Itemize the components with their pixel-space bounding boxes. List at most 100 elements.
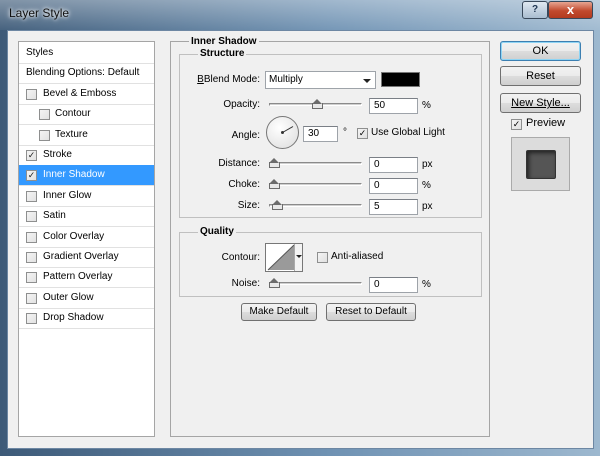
use-global-light-checkbox[interactable]: ✓ [357, 128, 368, 139]
shadow-color-swatch[interactable] [381, 72, 420, 87]
styles-list-item-label: Stroke [43, 149, 72, 160]
noise-unit: % [422, 279, 431, 290]
reset-button[interactable]: Reset [500, 66, 581, 86]
anti-aliased-checkbox[interactable] [317, 252, 328, 263]
styles-list-item-inner-shadow[interactable]: ✓ Inner Shadow [19, 165, 154, 187]
styles-list-item-inner-glow[interactable]: Inner Glow [19, 186, 154, 207]
style-checkbox[interactable] [26, 292, 37, 304]
style-checkbox[interactable] [26, 252, 37, 263]
opacity-label: Opacity: [223, 99, 260, 110]
angle-dial[interactable] [266, 116, 299, 149]
styles-list-item-stroke[interactable]: ✓ Stroke [19, 145, 154, 166]
noise-field[interactable]: 0 [369, 277, 418, 293]
style-checkbox[interactable] [39, 109, 50, 121]
size-slider-thumb[interactable] [272, 200, 284, 210]
styles-list-item-label: Gradient Overlay [43, 251, 119, 262]
structure-title: Structure [198, 48, 247, 59]
distance-slider-thumb[interactable] [269, 158, 280, 168]
style-checkbox[interactable] [26, 231, 37, 243]
styles-list-item-drop-shadow[interactable]: Drop Shadow [19, 308, 154, 330]
style-checkbox[interactable] [39, 129, 50, 141]
styles-list-item-gradient-overlay[interactable]: Gradient Overlay [19, 247, 154, 268]
close-icon: x [566, 2, 575, 17]
use-global-light-label: Use Global Light [371, 127, 445, 138]
angle-needle-icon [281, 126, 294, 134]
preview-swatch [526, 150, 556, 179]
preview-checkbox[interactable]: ✓ [511, 119, 522, 130]
style-checkbox[interactable] [26, 272, 37, 284]
choke-unit: % [422, 180, 431, 191]
distance-field[interactable]: 0 [369, 157, 418, 173]
distance-slider[interactable] [269, 158, 362, 168]
preview-label: Preview [526, 117, 566, 129]
styles-list-item-label: Outer Glow [43, 291, 94, 303]
styles-list: Styles Blending Options: Default Bevel & E… [18, 41, 155, 437]
help-icon: ? [531, 4, 539, 15]
new-style-button[interactable]: New Style... [500, 93, 581, 113]
reset-to-default-button[interactable]: Reset to Default [326, 303, 416, 321]
contour-picker[interactable] [265, 243, 303, 272]
make-default-button[interactable]: Make Default [241, 303, 317, 321]
preview-thumbnail [511, 137, 570, 191]
size-field[interactable]: 5 [369, 199, 418, 215]
choke-field[interactable]: 0 [369, 178, 418, 194]
structure-group: Structure BBlend Mode: Multiply Opacity:… [179, 48, 482, 218]
angle-field[interactable]: 30 [303, 126, 338, 142]
choke-label: Choke: [228, 179, 260, 190]
distance-label: Distance: [218, 158, 260, 169]
styles-list-item-texture[interactable]: Texture [19, 125, 154, 146]
dialog-body: Styles Blending Options: Default Bevel & E… [7, 30, 594, 449]
opacity-slider-thumb[interactable] [311, 99, 323, 109]
style-checkbox[interactable] [26, 190, 37, 202]
noise-slider[interactable] [269, 278, 362, 288]
style-checkbox[interactable]: ✓ [26, 170, 37, 182]
styles-list-item-label: Bevel & Emboss [43, 87, 117, 99]
help-button[interactable]: ? [522, 1, 548, 19]
style-checkbox[interactable] [26, 313, 37, 325]
contour-label: Contour: [221, 252, 260, 263]
contour-linear-icon [267, 244, 295, 271]
inner-shadow-panel: Inner Shadow Structure BBlend Mode: Mult… [170, 36, 490, 437]
quality-title: Quality [198, 226, 236, 237]
blend-mode-select[interactable]: Multiply [265, 71, 376, 89]
styles-list-item-pattern-overlay[interactable]: Pattern Overlay [19, 267, 154, 289]
styles-list-item-styles[interactable]: Styles [19, 43, 154, 64]
styles-list-item-label: Styles [26, 47, 54, 58]
style-checkbox[interactable] [26, 211, 37, 223]
opacity-slider[interactable] [269, 99, 362, 109]
styles-list-item-label: Satin [43, 210, 66, 222]
styles-list-item-satin[interactable]: Satin [19, 206, 154, 228]
chevron-down-icon [296, 255, 302, 258]
style-checkbox[interactable]: ✓ [26, 150, 37, 161]
angle-label: Angle: [231, 130, 260, 141]
styles-list-item-label: Inner Glow [43, 189, 92, 201]
size-label: Size: [237, 200, 260, 211]
title-bar: Layer Style ? x [0, 0, 600, 30]
size-slider[interactable] [269, 200, 362, 210]
styles-list-item-blending-options-default[interactable]: Blending Options: Default [19, 63, 154, 85]
style-checkbox[interactable] [26, 88, 37, 100]
quality-group: Quality Contour: Anti-aliased Noise: 0 % [179, 226, 482, 297]
blend-mode-value: Multiply [269, 74, 303, 85]
ok-button[interactable]: OK [500, 41, 581, 61]
choke-slider[interactable] [269, 179, 362, 189]
styles-list-item-label: Color Overlay [43, 230, 105, 242]
styles-list-item-label: Blending Options: Default [26, 67, 140, 79]
styles-list-item-label: Pattern Overlay [43, 271, 113, 283]
window-title: Layer Style [9, 6, 70, 20]
styles-list-item-contour[interactable]: Contour [19, 104, 154, 126]
styles-list-item-label: Drop Shadow [43, 312, 104, 324]
opacity-unit: % [422, 100, 431, 111]
styles-list-item-color-overlay[interactable]: Color Overlay [19, 227, 154, 248]
styles-list-item-bevel-emboss[interactable]: Bevel & Emboss [19, 84, 154, 105]
contour-dropdown[interactable] [294, 244, 302, 271]
panel-title: Inner Shadow [189, 36, 259, 47]
choke-slider-thumb[interactable] [269, 179, 280, 189]
noise-slider-thumb[interactable] [269, 278, 280, 288]
opacity-field[interactable]: 50 [369, 98, 418, 114]
close-button[interactable]: x [548, 1, 593, 19]
styles-list-item-outer-glow[interactable]: Outer Glow [19, 288, 154, 309]
blend-mode-label: BBlend Mode: [197, 74, 260, 85]
angle-unit: ° [343, 127, 347, 138]
styles-list-item-label: Texture [55, 128, 88, 140]
